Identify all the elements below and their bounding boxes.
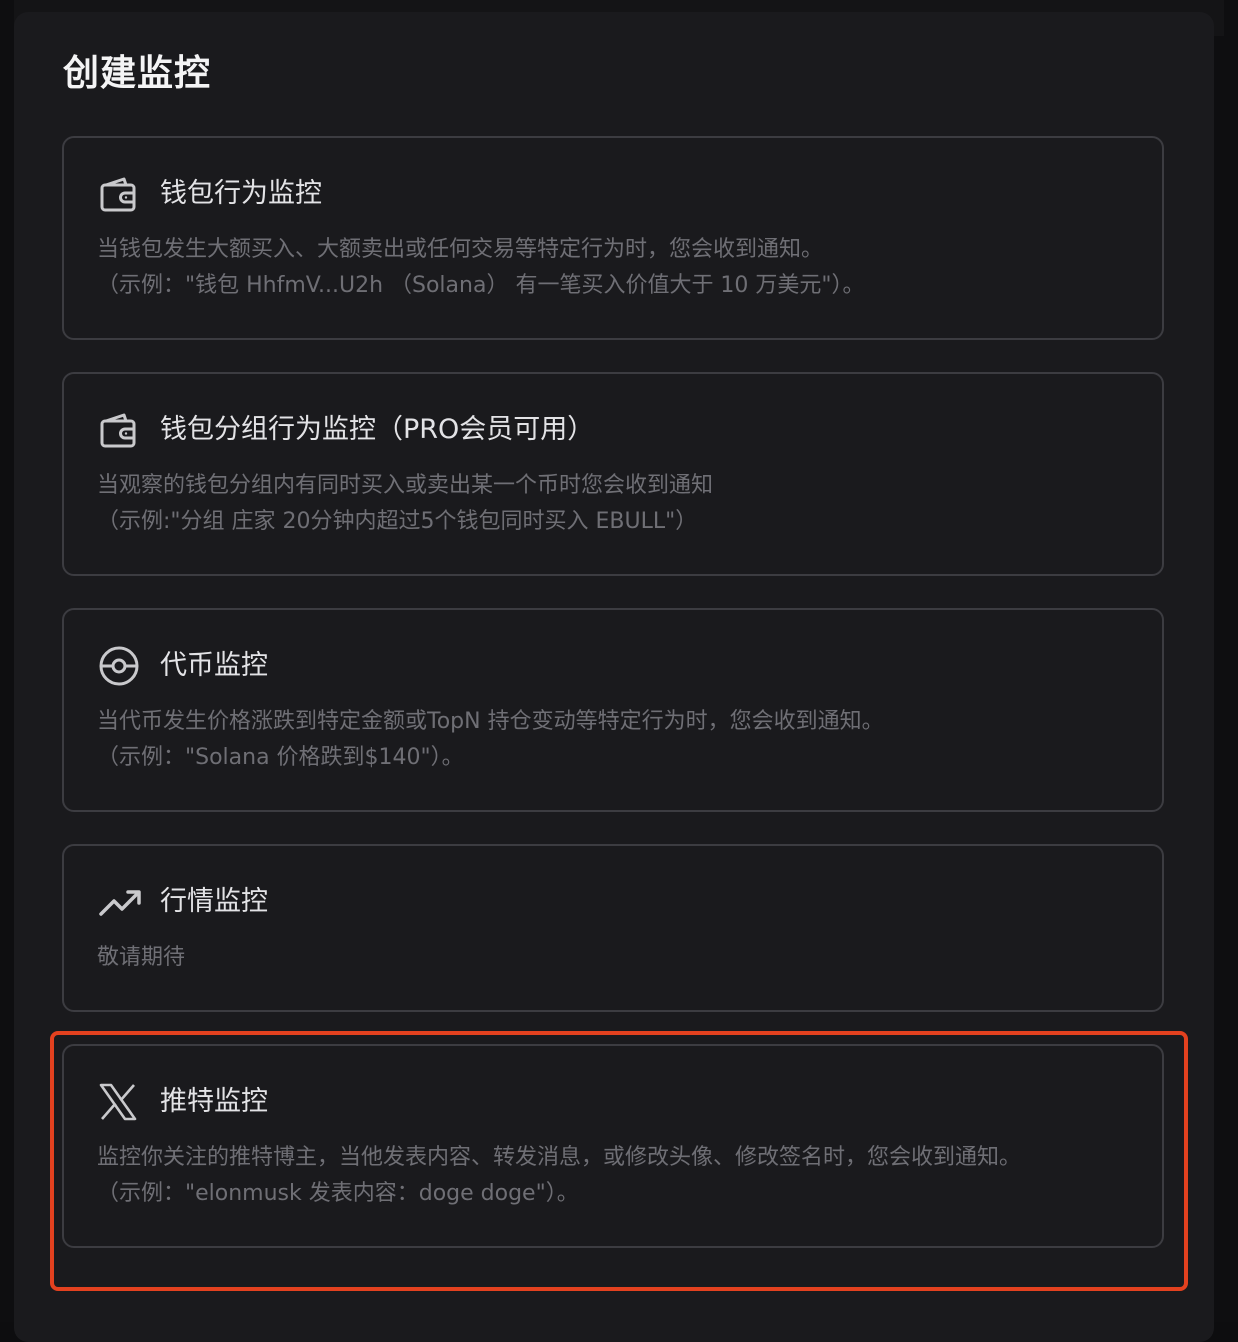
option-title: 行情监控: [160, 886, 268, 917]
option-market-monitor[interactable]: 行情监控 敬请期待: [62, 844, 1164, 1012]
dialog-title: 创建监控: [63, 53, 212, 94]
description-line: 当观察的钱包分组内有同时买入或卖出某一个币时您会收到通知: [97, 473, 714, 498]
option-description: 当钱包发生大额买入、大额卖出或任何交易等特定行为时，您会收到通知。 （示例："钱…: [97, 232, 865, 304]
description-line: 敬请期待: [97, 945, 186, 970]
example-line: （示例："Solana 价格跌到$140"）。: [97, 745, 464, 770]
token-icon: [98, 646, 142, 686]
description-line: 当钱包发生大额买入、大额卖出或任何交易等特定行为时，您会收到通知。: [97, 237, 824, 262]
option-title: 钱包行为监控: [160, 178, 322, 209]
option-header: 钱包行为监控: [98, 174, 322, 214]
option-description: 当观察的钱包分组内有同时买入或卖出某一个币时您会收到通知 （示例:"分组 庄家 …: [97, 468, 713, 540]
option-description: 当代币发生价格涨跌到特定金额或TopN 持仓变动等特定行为时，您会收到通知。 （…: [97, 704, 884, 776]
option-title: 钱包分组行为监控（PRO会员可用）: [160, 414, 595, 445]
trending-up-icon: [98, 882, 142, 922]
example-line: （示例："钱包 HhfmV...U2h （Solana） 有一笔买入价值大于 1…: [97, 273, 865, 298]
option-header: 钱包分组行为监控（PRO会员可用）: [98, 410, 594, 450]
option-wallet-group-monitor[interactable]: 钱包分组行为监控（PRO会员可用） 当观察的钱包分组内有同时买入或卖出某一个币时…: [62, 372, 1164, 576]
example-line: （示例："elonmusk 发表内容：doge doge"）。: [97, 1181, 579, 1206]
option-wallet-monitor[interactable]: 钱包行为监控 当钱包发生大额买入、大额卖出或任何交易等特定行为时，您会收到通知。…: [62, 136, 1164, 340]
option-token-monitor[interactable]: 代币监控 当代币发生价格涨跌到特定金额或TopN 持仓变动等特定行为时，您会收到…: [62, 608, 1164, 812]
wallet-group-icon: [98, 410, 142, 450]
option-header: 行情监控: [98, 882, 268, 922]
create-monitor-dialog: 创建监控 钱包行为监控 当钱包发生大额买入、大额卖出或任何交易等特定行为时，您会…: [14, 12, 1214, 1342]
x-logo-icon: [98, 1082, 142, 1122]
option-title: 代币监控: [160, 650, 268, 681]
wallet-icon: [98, 174, 142, 214]
option-description: 监控你关注的推特博主，当他发表内容、转发消息，或修改头像、修改签名时，您会收到通…: [97, 1140, 1021, 1212]
example-line: （示例:"分组 庄家 20分钟内超过5个钱包同时买入 EBULL"）: [97, 509, 698, 534]
description-line: 当代币发生价格涨跌到特定金额或TopN 持仓变动等特定行为时，您会收到通知。: [97, 709, 884, 734]
description-line: 监控你关注的推特博主，当他发表内容、转发消息，或修改头像、修改签名时，您会收到通…: [97, 1145, 1022, 1170]
option-description: 敬请期待: [97, 940, 185, 976]
option-twitter-monitor[interactable]: 推特监控 监控你关注的推特博主，当他发表内容、转发消息，或修改头像、修改签名时，…: [62, 1044, 1164, 1248]
option-title: 推特监控: [160, 1086, 268, 1117]
option-header: 推特监控: [98, 1082, 268, 1122]
option-header: 代币监控: [98, 646, 268, 686]
